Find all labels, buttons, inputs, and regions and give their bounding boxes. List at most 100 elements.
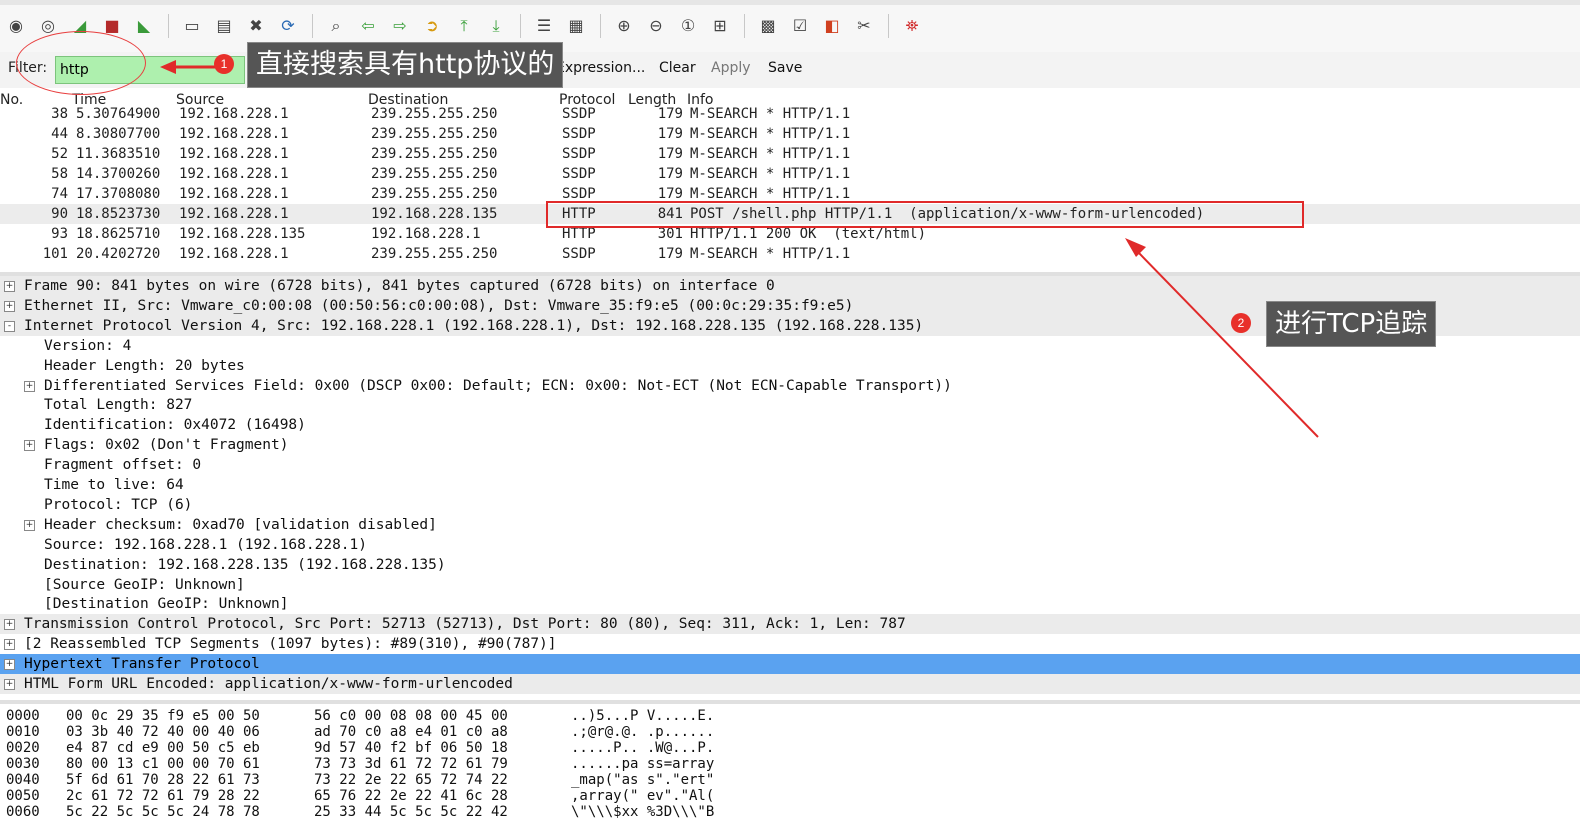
detail-tree-text: Hypertext Transfer Protocol [24, 656, 260, 673]
detail-tree-item[interactable]: + Transmission Control Protocol, Src Port… [0, 614, 1580, 635]
expand-icon[interactable]: + [4, 639, 15, 651]
hex-bytes-left[interactable]: 03 3b 40 72 40 00 40 06 [66, 724, 260, 740]
packet-source: 192.168.228.1 [179, 126, 289, 142]
filter-toolbar: Filter: Expression... Clear Apply Save [0, 52, 1580, 88]
go-forward-icon[interactable]: ⇨ [388, 14, 412, 38]
go-back-icon[interactable]: ⇦ [356, 14, 380, 38]
detail-tree-item[interactable]: + Header checksum: 0xad70 [validation dis… [0, 515, 1580, 535]
expand-icon[interactable]: + [4, 619, 15, 631]
packet-row[interactable]: 44 8.30807700 192.168.228.1 239.255.255.250… [0, 124, 1580, 144]
detail-tree-item[interactable]: Time to live: 64 [0, 475, 1580, 495]
packet-row[interactable]: 52 11.3683510 192.168.228.1 239.255.255.250… [0, 144, 1580, 164]
reload-icon[interactable]: ⟳ [276, 14, 300, 38]
hex-bytes-right[interactable]: 25 33 44 5c 5c 5c 22 42 [314, 804, 508, 820]
resize-columns-icon[interactable]: ⊞ [708, 14, 732, 38]
expand-icon[interactable]: + [4, 679, 15, 690]
packet-length: 179 [657, 166, 683, 182]
detail-tree-item[interactable]: Header Length: 20 bytes [0, 356, 1580, 376]
go-to-packet-icon[interactable]: ➲ [420, 14, 444, 38]
hex-bytes-left[interactable]: e4 87 cd e9 00 50 c5 eb [66, 740, 260, 756]
expression-button[interactable]: Expression... [556, 60, 645, 76]
help-icon[interactable]: ⛯ [900, 14, 924, 38]
detail-tree-item[interactable]: + [2 Reassembled TCP Segments (1097 bytes… [0, 634, 1580, 654]
packet-row[interactable]: 101 20.4202720 192.168.228.1 239.255.255.25… [0, 244, 1580, 264]
colorize-icon[interactable]: ☰ [532, 14, 556, 38]
detail-tree-item[interactable]: Identification: 0x4072 (16498) [0, 415, 1580, 435]
last-packet-icon[interactable]: ⤓ [484, 14, 508, 38]
hex-bytes-right[interactable]: 9d 57 40 f2 bf 06 50 18 [314, 740, 508, 756]
apply-button[interactable]: Apply [711, 60, 751, 76]
close-file-icon[interactable]: ✖ [244, 14, 268, 38]
coloring-rules-icon[interactable]: ◧ [820, 14, 844, 38]
hex-bytes-right[interactable]: 73 73 3d 61 72 72 61 79 [314, 756, 508, 772]
restart-capture-icon[interactable]: ◣ [132, 14, 156, 38]
detail-tree-item[interactable]: + Differentiated Services Field: 0x00 (DS… [0, 376, 1580, 396]
annotation-1-label: 直接搜索具有http协议的 [247, 42, 564, 88]
hex-bytes-left[interactable]: 2c 61 72 72 61 79 28 22 [66, 788, 260, 804]
hex-bytes-right[interactable]: ad 70 c0 a8 e4 01 c0 a8 [314, 724, 508, 740]
packet-row[interactable]: 38 5.30764900 192.168.228.1 239.255.255.250… [0, 104, 1580, 124]
expand-icon[interactable]: + [4, 281, 15, 292]
detail-tree-item[interactable]: + Frame 90: 841 bytes on wire (6728 bits)… [0, 276, 1580, 296]
detail-tree-item[interactable]: [Source GeoIP: Unknown] [0, 575, 1580, 595]
detail-tree-item[interactable]: + Hypertext Transfer Protocol [0, 654, 1580, 675]
hex-ascii[interactable]: ..)5...P V.....E. [571, 708, 714, 724]
detail-tree-item[interactable]: + HTML Form URL Encoded: application/x-ww… [0, 674, 1580, 694]
zoom-out-icon[interactable]: ⊖ [644, 14, 668, 38]
hex-bytes-right[interactable]: 56 c0 00 08 08 00 45 00 [314, 708, 508, 724]
hex-bytes-left[interactable]: 5c 22 5c 5c 5c 24 78 78 [66, 804, 260, 820]
hex-offset[interactable]: 0010 [6, 724, 40, 740]
packet-source: 192.168.228.135 [179, 226, 306, 242]
detail-tree-item[interactable]: Destination: 192.168.228.135 (192.168.22… [0, 555, 1580, 575]
clear-button[interactable]: Clear [659, 60, 696, 76]
detail-tree-item[interactable]: Fragment offset: 0 [0, 455, 1580, 475]
expand-icon[interactable]: + [4, 300, 15, 312]
save-file-icon[interactable]: ▤ [212, 14, 236, 38]
hex-offset[interactable]: 0050 [6, 788, 40, 804]
packet-list[interactable]: No. Time Source Destination Protocol Len… [0, 88, 1580, 272]
hex-offset[interactable]: 0060 [6, 804, 40, 820]
hex-offset[interactable]: 0020 [6, 740, 40, 756]
expand-icon[interactable]: + [24, 380, 35, 392]
hex-bytes-right[interactable]: 73 22 2e 22 65 72 74 22 [314, 772, 508, 788]
hex-offset[interactable]: 0000 [6, 708, 40, 724]
hex-bytes-left[interactable]: 80 00 13 c1 00 00 70 61 [66, 756, 260, 772]
preferences-icon[interactable]: ✂ [852, 14, 876, 38]
detail-tree-text: Protocol: TCP (6) [44, 496, 193, 513]
detail-tree-item[interactable]: + Flags: 0x02 (Don't Fragment) [0, 435, 1580, 455]
save-filter-button[interactable]: Save [768, 60, 802, 76]
packet-bytes-pane[interactable]: 0000 00 0c 29 35 f9 e5 00 50 56 c0 00 08 0… [0, 704, 1580, 833]
interface-list-icon[interactable]: ◉ [4, 14, 28, 38]
hex-bytes-left[interactable]: 5f 6d 61 70 28 22 61 73 [66, 772, 260, 788]
capture-filters-icon[interactable]: ▩ [756, 14, 780, 38]
normal-size-icon[interactable]: ① [676, 14, 700, 38]
find-icon[interactable]: ⌕ [324, 14, 348, 38]
detail-tree-item[interactable]: Protocol: TCP (6) [0, 495, 1580, 515]
hex-ascii[interactable]: ......pa ss=array [571, 756, 714, 772]
packet-time: 14.3700260 [76, 166, 161, 182]
hex-ascii[interactable]: ,array(" ev"."Al( [571, 788, 714, 804]
hex-bytes-left[interactable]: 00 0c 29 35 f9 e5 00 50 [66, 708, 260, 724]
hex-offset[interactable]: 0030 [6, 756, 40, 772]
detail-tree-item[interactable]: Total Length: 827 [0, 395, 1580, 415]
hex-ascii[interactable]: .....P.. .W@...P. [571, 740, 714, 756]
detail-tree-item[interactable]: Source: 192.168.228.1 (192.168.228.1) [0, 535, 1580, 555]
hex-ascii[interactable]: .;@r@.@. .p...... [571, 724, 714, 740]
hex-bytes-right[interactable]: 65 76 22 2e 22 41 6c 28 [314, 788, 508, 804]
packet-length: 179 [657, 246, 683, 262]
expand-icon[interactable]: + [4, 659, 15, 671]
detail-tree-text: Flags: 0x02 (Don't Fragment) [44, 437, 289, 454]
first-packet-icon[interactable]: ⤒ [452, 14, 476, 38]
expand-icon[interactable]: + [24, 440, 35, 452]
collapse-icon[interactable]: - [4, 320, 15, 332]
expand-icon[interactable]: + [24, 519, 35, 531]
packet-row[interactable]: 58 14.3700260 192.168.228.1 239.255.255.250… [0, 164, 1580, 184]
detail-tree-item[interactable]: [Destination GeoIP: Unknown] [0, 594, 1580, 614]
zoom-in-icon[interactable]: ⊕ [612, 14, 636, 38]
auto-scroll-icon[interactable]: ▦ [564, 14, 588, 38]
open-file-icon[interactable]: ▭ [180, 14, 204, 38]
hex-ascii[interactable]: \"\\\$xx %3D\\\"B [571, 804, 714, 820]
hex-offset[interactable]: 0040 [6, 772, 40, 788]
display-filters-icon[interactable]: ☑ [788, 14, 812, 38]
hex-ascii[interactable]: _map("as s"."ert" [571, 772, 714, 788]
